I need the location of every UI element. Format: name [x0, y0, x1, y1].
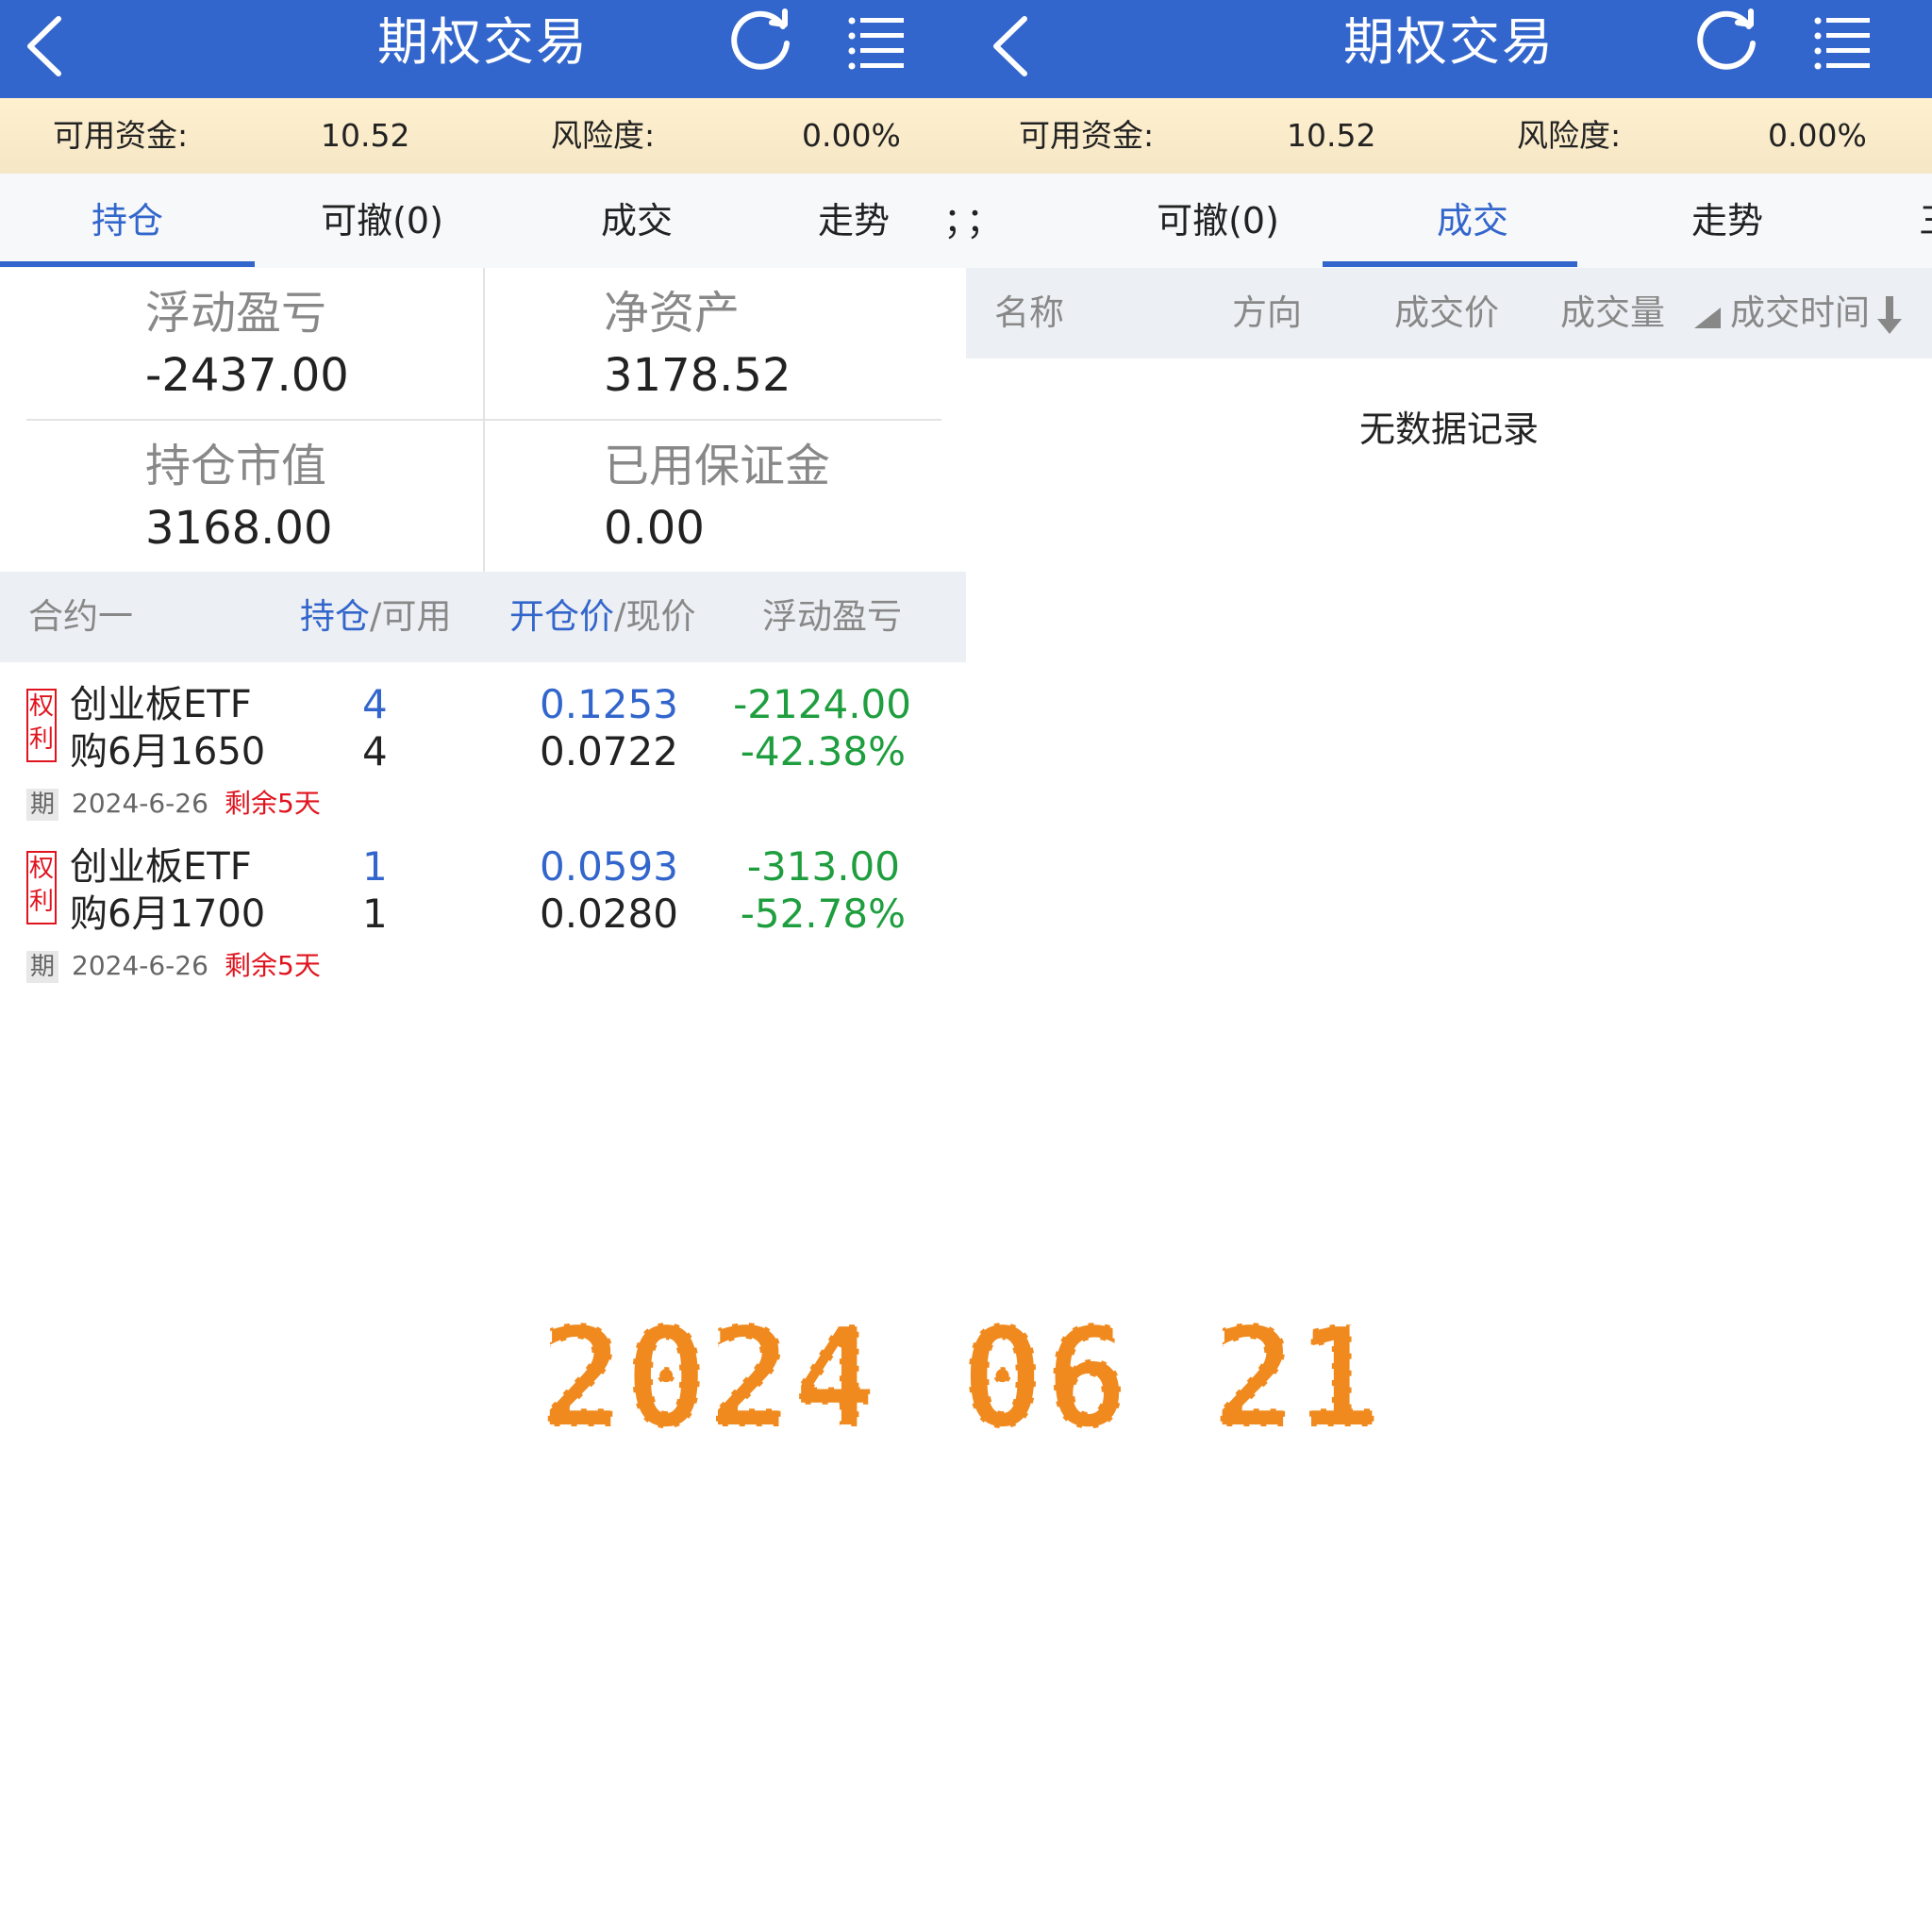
col-direction[interactable]: 方向: [1232, 268, 1302, 358]
tab-prev-partial[interactable]: ；: [966, 174, 1002, 268]
menu-list-icon[interactable]: [1813, 13, 1872, 72]
position-qty: 1: [362, 843, 388, 890]
col-name[interactable]: 名称: [994, 268, 1064, 358]
margin-cell: 已用保证金 0.00: [604, 440, 830, 555]
period-badge: 期: [26, 951, 58, 983]
contract-name-line1: 创业板ETF: [70, 845, 252, 889]
risk-label: 风险度:: [551, 117, 656, 154]
col-current-price-label: /现价: [614, 596, 696, 637]
top-bar: 期权交易: [966, 0, 1932, 98]
tab-trades[interactable]: 成交: [1345, 174, 1600, 268]
col-float-pl[interactable]: 浮动盈亏: [762, 572, 902, 662]
sort-corner-icon[interactable]: [1692, 306, 1723, 330]
col-open-price-label: 开仓价: [509, 596, 614, 637]
net-assets-cell: 净资产 3178.52: [604, 287, 791, 402]
position-qty: 4: [362, 681, 388, 727]
available-funds-value: 10.52: [1287, 117, 1376, 154]
top-bar: 期权交易: [0, 0, 966, 98]
tab-trend[interactable]: 走势: [764, 174, 943, 268]
remaining-days: 剩余5天: [225, 950, 321, 981]
refresh-icon[interactable]: [728, 6, 796, 74]
funds-bar: 可用资金: 10.52 风险度: 0.00%: [966, 98, 1932, 174]
expiry-date: 2024-6-26: [72, 950, 208, 981]
funds-bar: 可用资金: 10.52 风险度: 0.00%: [0, 98, 966, 174]
position-value-label: 持仓市值: [145, 440, 327, 492]
open-price: 0.1253: [540, 681, 678, 727]
date-stamp-text: 2024 06 21: [540, 1297, 1380, 1443]
trades-panel: 期权交易 可用资金: 10.52 风险度: 0.00% ； 可撤(0) 成交 走…: [966, 0, 1932, 986]
contract-name-line1: 创业板ETF: [70, 683, 252, 726]
current-price: 0.0280: [540, 891, 678, 937]
tab-bar: 持仓 可撤(0) 成交 走势 ；: [0, 174, 966, 268]
row-pl: -2124.00: [733, 681, 911, 727]
margin-value: 0.00: [604, 502, 705, 555]
col-trade-price[interactable]: 成交价: [1394, 268, 1499, 358]
current-price: 0.0722: [540, 728, 678, 774]
page-title: 期权交易: [377, 12, 589, 72]
tab-bar: ； 可撤(0) 成交 走势 三: [966, 174, 1932, 268]
col-available-label: /可用: [370, 596, 452, 637]
row-pl-pct: -42.38%: [740, 728, 906, 774]
positions-panel: 期权交易 可用资金: 10.52 风险度: 0.00% 持仓 可撤(0) 成交 …: [0, 0, 966, 986]
float-pl-cell: 浮动盈亏 -2437.00: [145, 287, 349, 402]
positions-table-header: 合约一 持仓/可用 开仓价/现价 浮动盈亏: [0, 572, 966, 662]
margin-label: 已用保证金: [604, 440, 831, 492]
float-pl-label: 浮动盈亏: [145, 287, 327, 340]
empty-state-text: 无数据记录: [1358, 408, 1539, 450]
float-pl-value: -2437.00: [145, 349, 349, 402]
tab-cancelable[interactable]: 可撤(0): [255, 174, 509, 268]
available-funds-label: 可用资金:: [53, 117, 189, 154]
net-assets-value: 3178.52: [604, 349, 791, 402]
rights-tag: 权利: [26, 851, 57, 924]
table-row[interactable]: 权利 创业板ETF 购6月1700 1 1 0.0593 0.0280 -313…: [0, 824, 966, 986]
col-price[interactable]: 开仓价/现价: [509, 572, 695, 662]
active-tab-indicator: [1323, 261, 1577, 267]
col-trade-time[interactable]: 成交时间: [1730, 268, 1870, 358]
period-badge: 期: [26, 789, 58, 821]
menu-list-icon[interactable]: [847, 13, 906, 72]
available-qty: 1: [362, 891, 388, 937]
tab-trend[interactable]: 走势: [1600, 174, 1855, 268]
refresh-icon[interactable]: [1694, 6, 1762, 74]
available-qty: 4: [362, 728, 388, 774]
tab-cancelable[interactable]: 可撤(0): [1091, 174, 1345, 268]
contract-name-line2: 购6月1700: [70, 892, 266, 936]
available-funds-value: 10.52: [321, 117, 410, 154]
tab-next-partial[interactable]: ；: [943, 174, 966, 268]
tab-positions[interactable]: 持仓: [0, 174, 255, 268]
remaining-days: 剩余5天: [225, 788, 321, 819]
open-price: 0.0593: [540, 843, 678, 890]
position-value-cell: 持仓市值 3168.00: [145, 440, 333, 555]
table-row[interactable]: 权利 创业板ETF 购6月1650 4 4 0.1253 0.0722 -212…: [0, 662, 966, 826]
active-tab-indicator: [0, 261, 255, 267]
date-stamp: 2024 06 21: [538, 1295, 1382, 1443]
col-contract[interactable]: 合约一: [28, 572, 133, 662]
risk-value: 0.00%: [802, 117, 901, 154]
account-summary: 浮动盈亏 -2437.00 净资产 3178.52 持仓市值 3168.00 已…: [0, 268, 966, 572]
summary-horizontal-divider: [26, 419, 941, 421]
col-position[interactable]: 持仓/可用: [300, 572, 451, 662]
row-pl-pct: -52.78%: [740, 891, 906, 937]
trades-table-header: 名称 方向 成交价 成交量 成交时间: [966, 268, 1932, 358]
page-title: 期权交易: [1343, 12, 1555, 72]
sort-down-arrow-icon[interactable]: [1875, 294, 1904, 336]
risk-value: 0.00%: [1768, 117, 1867, 154]
col-trade-volume[interactable]: 成交量: [1560, 268, 1665, 358]
position-value-value: 3168.00: [145, 502, 333, 555]
rights-tag: 权利: [26, 689, 57, 762]
tab-next-partial[interactable]: 三: [1919, 174, 1932, 268]
available-funds-label: 可用资金:: [1019, 117, 1155, 154]
row-pl: -313.00: [746, 843, 900, 890]
contract-name-line2: 购6月1650: [70, 730, 266, 774]
col-position-label: 持仓: [300, 596, 370, 637]
risk-label: 风险度:: [1517, 117, 1622, 154]
net-assets-label: 净资产: [604, 287, 741, 340]
expiry-date: 2024-6-26: [72, 788, 208, 819]
tab-trades[interactable]: 成交: [509, 174, 764, 268]
